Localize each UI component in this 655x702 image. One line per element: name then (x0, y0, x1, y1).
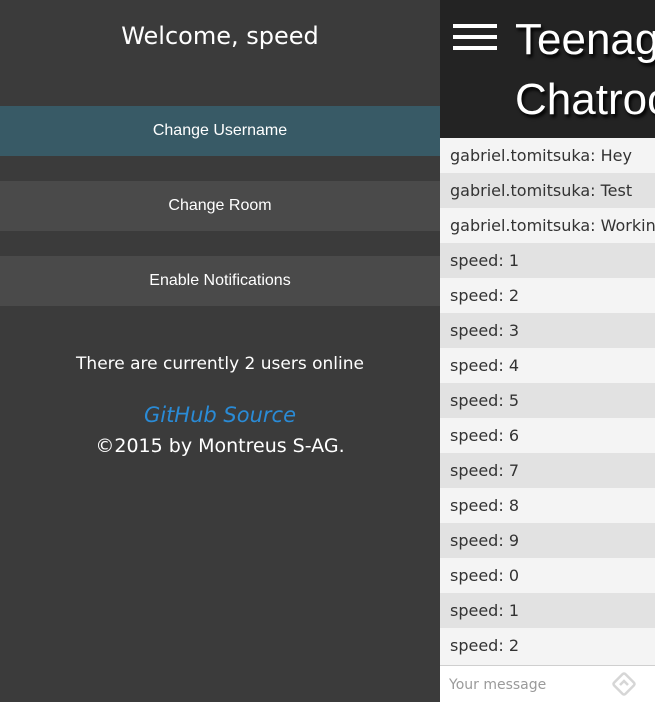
change-username-button[interactable]: Change Username (0, 106, 440, 156)
message-input[interactable] (440, 666, 621, 702)
title-line-2: Chatroom (515, 75, 655, 124)
sidebar: Welcome, speed Change Username Change Ro… (0, 0, 440, 702)
message-item: speed: 9 (440, 523, 655, 558)
enable-notifications-button[interactable]: Enable Notifications (0, 256, 440, 306)
send-icon[interactable] (612, 672, 636, 696)
message-item: speed: 5 (440, 383, 655, 418)
chat-pane: Teenage Chatroom gabriel.tomitsuka: Heyg… (440, 0, 655, 702)
message-item: speed: 7 (440, 453, 655, 488)
copyright-text: ©2015 by Montreus S-AG. (95, 435, 345, 457)
message-item: speed: 0 (440, 558, 655, 593)
message-item: speed: 1 (440, 593, 655, 628)
message-item: speed: 3 (440, 313, 655, 348)
message-list: gabriel.tomitsuka: Hey gabriel.tomitsuka:… (440, 138, 655, 663)
message-item: speed: 6 (440, 418, 655, 453)
message-item: speed: 4 (440, 348, 655, 383)
change-room-button[interactable]: Change Room (0, 181, 440, 231)
message-item: speed: 2 (440, 278, 655, 313)
github-source-link[interactable]: GitHub Source (0, 403, 440, 427)
page-title: Teenage Chatroom (515, 10, 655, 130)
message-item: speed: 2 (440, 628, 655, 663)
hamburger-menu-icon[interactable] (453, 23, 497, 53)
users-online-text: There are currently 2 users online (76, 354, 364, 374)
message-item: gabriel.tomitsuka: Test (440, 173, 655, 208)
app-header: Teenage Chatroom (440, 0, 655, 138)
message-item: speed: 8 (440, 488, 655, 523)
composer (440, 665, 655, 702)
message-item: speed: 1 (440, 243, 655, 278)
message-item: gabriel.tomitsuka: Hey (440, 138, 655, 173)
message-item: gabriel.tomitsuka: Working. (440, 208, 655, 243)
welcome-text: Welcome, speed (121, 22, 319, 50)
title-line-1: Teenage (515, 15, 655, 64)
